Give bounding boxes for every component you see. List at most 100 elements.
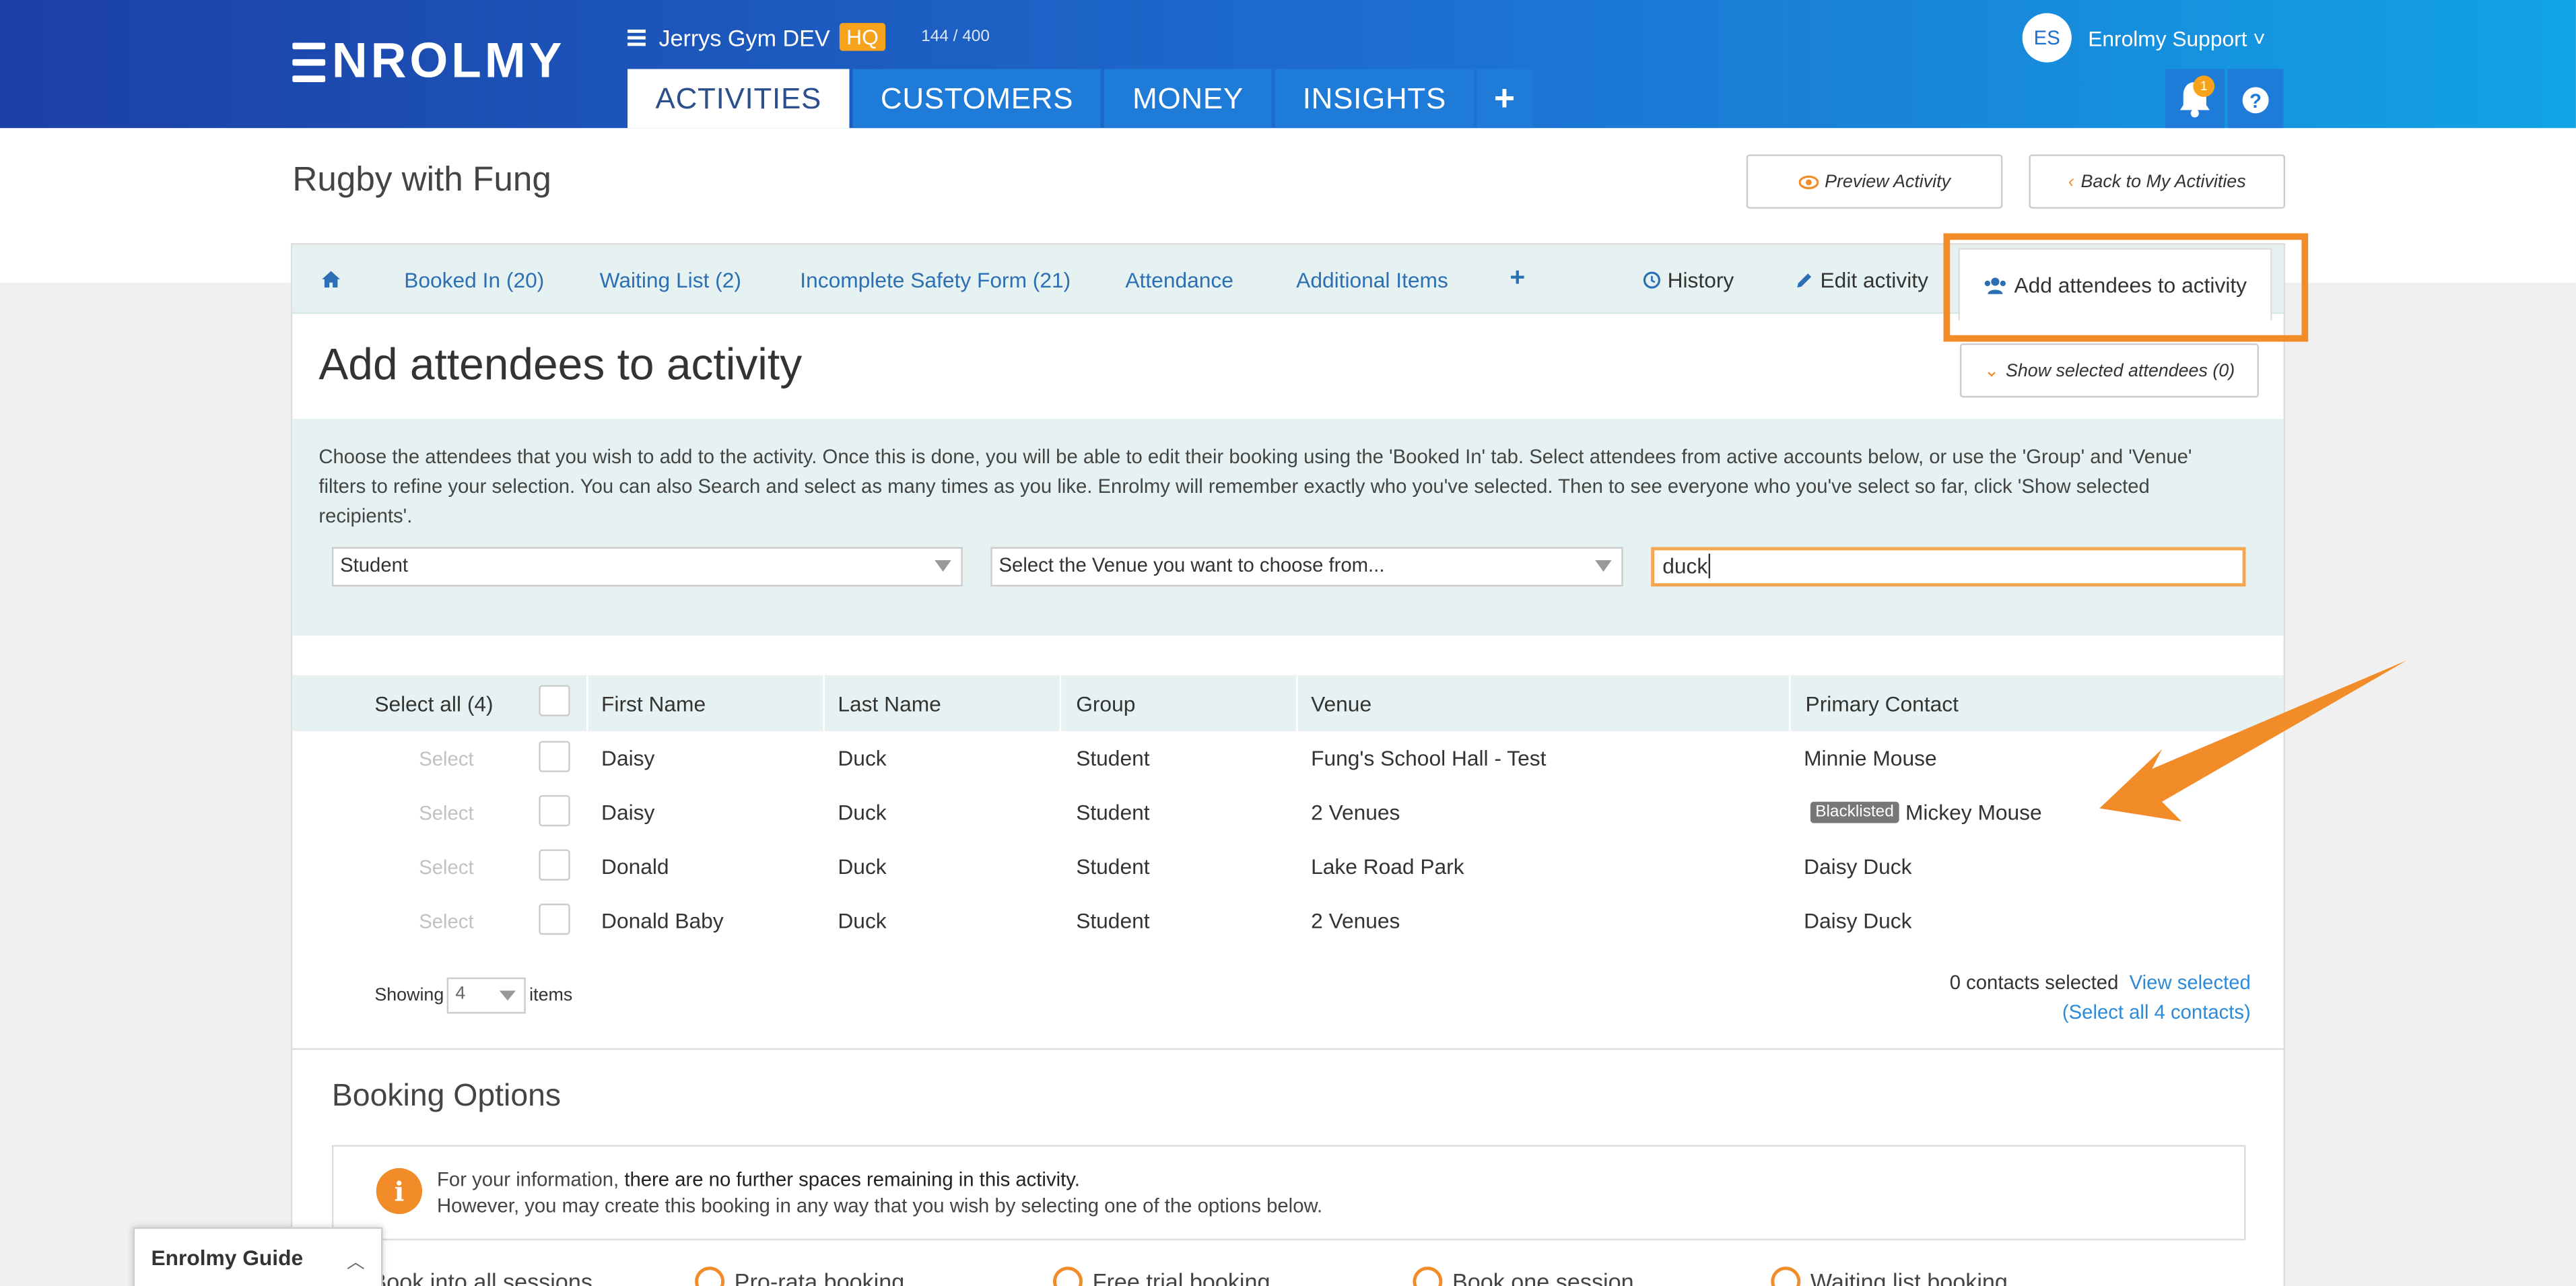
tab-home[interactable] xyxy=(320,245,342,314)
cell-venue: 2 Venues xyxy=(1311,800,1400,825)
row-checkbox[interactable] xyxy=(539,741,570,772)
tab-attendance[interactable]: Attendance xyxy=(1125,245,1233,314)
tab-history[interactable]: History xyxy=(1643,245,1734,314)
guide-label: Enrolmy Guide xyxy=(151,1245,304,1271)
preview-activity-button[interactable]: Preview Activity xyxy=(1746,154,2003,209)
radio-button[interactable] xyxy=(1053,1266,1083,1286)
select-all-label[interactable]: Select all (4) xyxy=(374,675,493,731)
clock-icon xyxy=(1643,271,1660,288)
tab-money[interactable]: MONEY xyxy=(1104,69,1272,129)
page-size-select[interactable]: 4 xyxy=(447,977,527,1014)
org-switcher[interactable]: Jerrys Gym DEV HQ 144 / 400 xyxy=(628,23,990,51)
app-root: NROLMY Jerrys Gym DEV HQ 144 / 400 ACTIV… xyxy=(0,0,2576,1286)
back-to-activities-button[interactable]: ‹ Back to My Activities xyxy=(2029,154,2286,209)
select-all-checkbox[interactable] xyxy=(539,685,570,716)
chevron-down-icon xyxy=(935,560,951,572)
help-icon: ? xyxy=(2242,87,2269,114)
tab-additional-items[interactable]: Additional Items xyxy=(1296,245,1448,314)
radio-button[interactable] xyxy=(695,1266,725,1286)
option-label: Book into all sessions xyxy=(371,1268,592,1286)
help-button[interactable]: ? xyxy=(2227,69,2284,129)
cell-first-name: Donald xyxy=(601,854,669,879)
chevron-down-icon xyxy=(1595,560,1612,572)
column-primary-contact[interactable]: Primary Contact xyxy=(1806,675,1959,731)
column-group[interactable]: Group xyxy=(1076,675,1135,731)
add-tab-button[interactable]: + xyxy=(1477,69,1532,129)
tab-edit-activity[interactable]: Edit activity xyxy=(1796,245,1928,314)
logo-e-mark xyxy=(292,42,326,82)
search-input[interactable]: duck xyxy=(1651,547,2246,587)
selection-summary: 0 contacts selected View selected (Selec… xyxy=(1738,968,2251,1027)
group-filter-select[interactable]: Student xyxy=(331,547,963,587)
option-waiting-list[interactable]: Waiting list booking xyxy=(1771,1266,2008,1286)
instructions-text: Choose the attendees that you wish to ad… xyxy=(318,445,2192,528)
table-row: Select Daisy Duck Student Fung's School … xyxy=(292,731,2283,786)
cell-group: Student xyxy=(1076,800,1150,825)
notice-prefix: For your information, xyxy=(437,1167,619,1191)
notice-line2: However, you may create this booking in … xyxy=(437,1194,1323,1218)
select-row-label[interactable]: Select xyxy=(419,840,473,894)
page-title: Rugby with Fung xyxy=(292,161,551,199)
option-pro-rata[interactable]: Pro-rata booking xyxy=(695,1266,904,1286)
info-icon: i xyxy=(376,1167,423,1215)
activity-subtabs: Booked In (20) Waiting List (2) Incomple… xyxy=(292,233,2309,342)
top-nav-bar: NROLMY Jerrys Gym DEV HQ 144 / 400 ACTIV… xyxy=(0,0,2576,129)
enrolmy-guide-widget[interactable]: Enrolmy Guide ︿ xyxy=(133,1227,383,1286)
eye-icon xyxy=(1798,174,1819,189)
select-row-label[interactable]: Select xyxy=(419,731,473,786)
cell-primary-contact: Daisy Duck xyxy=(1804,854,1912,879)
select-row-label[interactable]: Select xyxy=(419,893,473,948)
cell-group: Student xyxy=(1076,854,1150,879)
option-free-trial[interactable]: Free trial booking xyxy=(1053,1266,1270,1286)
blacklisted-badge: Blacklisted xyxy=(1810,801,1899,823)
cell-last-name: Duck xyxy=(838,800,887,825)
row-checkbox[interactable] xyxy=(539,849,570,881)
cell-last-name: Duck xyxy=(838,745,887,771)
tab-activities[interactable]: ACTIVITIES xyxy=(628,69,850,129)
tab-booked-in[interactable]: Booked In (20) xyxy=(404,245,544,314)
pagination-size: Showing 4 items xyxy=(374,977,573,1014)
table-row: Select Daisy Duck Student 2 Venues Black… xyxy=(292,785,2283,840)
home-icon xyxy=(322,271,341,287)
primary-contact-name: Mickey Mouse xyxy=(1905,800,2042,825)
show-selected-attendees-button[interactable]: ⌄ Show selected attendees (0) xyxy=(1959,343,2259,398)
user-menu[interactable]: ES Enrolmy Support ˅ xyxy=(2022,13,2266,63)
menu-icon[interactable] xyxy=(628,28,646,46)
section-title: Add attendees to activity xyxy=(318,340,803,390)
venue-filter-placeholder: Select the Venue you want to choose from… xyxy=(998,553,1385,577)
pencil-icon xyxy=(1797,273,1812,287)
notification-badge: 1 xyxy=(2193,75,2215,97)
column-venue[interactable]: Venue xyxy=(1311,675,1371,731)
radio-button[interactable] xyxy=(1413,1266,1443,1286)
hq-badge: HQ xyxy=(840,23,885,51)
enrolmy-logo[interactable]: NROLMY xyxy=(292,34,565,89)
add-subtab-button[interactable]: + xyxy=(1510,245,1525,314)
table-row: Select Donald Duck Student Lake Road Par… xyxy=(292,840,2283,894)
select-all-contacts-link[interactable]: (Select all 4 contacts) xyxy=(1738,997,2251,1027)
select-row-label[interactable]: Select xyxy=(419,785,473,840)
cell-last-name: Duck xyxy=(838,908,887,933)
option-label: Book one session xyxy=(1452,1268,1634,1286)
column-first-name[interactable]: First Name xyxy=(601,675,706,731)
tab-incomplete-safety-form[interactable]: Incomplete Safety Form (21) xyxy=(800,245,1071,314)
usage-count: 144 / 400 xyxy=(921,28,990,46)
org-name: Jerrys Gym DEV xyxy=(658,24,830,50)
tab-insights[interactable]: INSIGHTS xyxy=(1275,69,1475,129)
chevron-up-icon[interactable]: ︿ xyxy=(347,1248,365,1275)
column-last-name[interactable]: Last Name xyxy=(838,675,941,731)
option-book-one-session[interactable]: Book one session xyxy=(1413,1266,1634,1286)
cell-primary-contact: Minnie Mouse xyxy=(1804,745,1937,771)
radio-button[interactable] xyxy=(1771,1266,1801,1286)
tab-waiting-list[interactable]: Waiting List (2) xyxy=(600,245,741,314)
option-label: Pro-rata booking xyxy=(734,1268,905,1286)
row-checkbox[interactable] xyxy=(539,904,570,935)
notice-text: For your information, there are no furth… xyxy=(437,1166,1322,1219)
row-checkbox[interactable] xyxy=(539,794,570,827)
items-label: items xyxy=(529,986,573,1006)
tab-customers[interactable]: CUSTOMERS xyxy=(852,69,1101,129)
venue-filter-select[interactable]: Select the Venue you want to choose from… xyxy=(990,547,1623,587)
cell-venue: Lake Road Park xyxy=(1311,854,1464,879)
notifications-button[interactable] xyxy=(2165,69,2225,129)
page-size-value: 4 xyxy=(455,984,466,1004)
view-selected-link[interactable]: View selected xyxy=(2130,971,2251,994)
